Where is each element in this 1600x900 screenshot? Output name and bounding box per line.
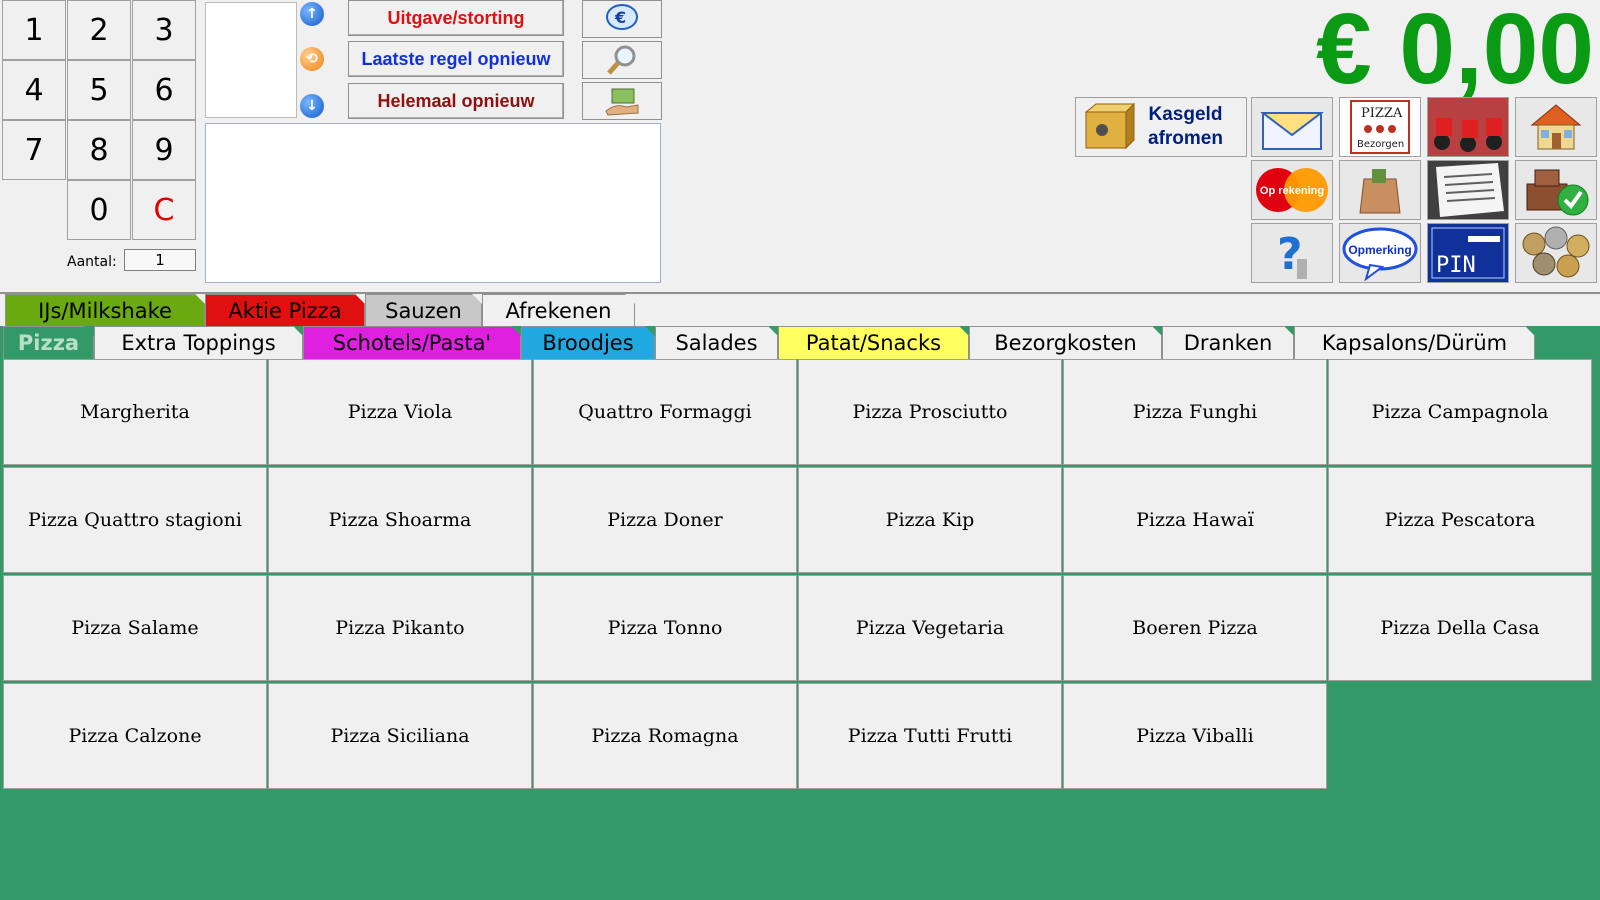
key-4[interactable]: 4 — [2, 60, 66, 120]
pin-payment-button[interactable]: PIN — [1427, 223, 1509, 283]
key-1[interactable]: 1 — [2, 0, 66, 60]
quantity-label: Aantal: — [67, 254, 117, 270]
coins-icon — [1522, 226, 1590, 278]
product-button[interactable]: Quattro Formaggi — [533, 359, 797, 465]
product-button[interactable]: Pizza Shoarma — [268, 467, 532, 573]
envelope-icon — [1260, 112, 1324, 150]
magnifier-icon — [607, 45, 636, 75]
bezorgen-label: Bezorgen — [1357, 139, 1404, 150]
tab-broodjes[interactable]: Broodjes — [521, 326, 655, 359]
product-button[interactable]: Pizza Pescatora — [1328, 467, 1592, 573]
product-button[interactable]: Pizza Prosciutto — [798, 359, 1062, 465]
key-8[interactable]: 8 — [67, 120, 131, 180]
safe-icon — [1084, 102, 1136, 150]
key-0[interactable]: 0 — [67, 180, 131, 240]
takeaway-bag-button[interactable] — [1339, 160, 1421, 220]
product-button[interactable]: Pizza Viballi — [1063, 683, 1327, 789]
pin-card-icon: PIN — [1428, 224, 1508, 282]
product-button[interactable]: Pizza Siciliana — [268, 683, 532, 789]
order-line-list[interactable] — [205, 2, 297, 118]
receipt-button[interactable] — [1427, 160, 1509, 220]
product-button[interactable]: Pizza Funghi — [1063, 359, 1327, 465]
product-button[interactable]: Pizza Vegetaria — [798, 575, 1062, 681]
arrow-up-icon[interactable]: ↑ — [300, 2, 324, 26]
product-button[interactable]: Pizza Della Casa — [1328, 575, 1592, 681]
tab-schotels-pasta[interactable]: Schotels/Pasta' — [303, 326, 521, 359]
cash-register-check-icon — [1526, 169, 1589, 216]
house-icon — [1530, 104, 1582, 150]
arrow-down-icon[interactable]: ↓ — [300, 94, 324, 118]
tab-kapsalons-durum[interactable]: Kapsalons/Dürüm — [1294, 326, 1535, 359]
product-button[interactable]: Pizza Hawaï — [1063, 467, 1327, 573]
key-6[interactable]: 6 — [132, 60, 196, 120]
tab-dranken[interactable]: Dranken — [1162, 326, 1294, 359]
skim-cash-button[interactable]: Kasgeld afromen — [1075, 97, 1247, 157]
key-3[interactable]: 3 — [132, 0, 196, 60]
product-button[interactable]: Pizza Campagnola — [1328, 359, 1592, 465]
order-details-box[interactable] — [205, 123, 661, 283]
money-hand-icon — [605, 88, 639, 116]
reset-all-button[interactable]: Helemaal opnieuw — [348, 83, 564, 119]
paper-bag-icon — [1359, 169, 1401, 214]
tab-salades[interactable]: Salades — [655, 326, 778, 359]
coins-button[interactable] — [1515, 223, 1597, 283]
tab-pizza[interactable]: Pizza — [3, 326, 94, 359]
question-mark-icon: ? — [1277, 229, 1307, 280]
tab-sauzen[interactable]: Sauzen — [365, 294, 482, 326]
product-button[interactable]: Pizza Tonno — [533, 575, 797, 681]
tab-ijs-milkshake[interactable]: IJs/Milkshake — [5, 294, 205, 326]
search-button[interactable] — [582, 41, 662, 79]
redo-last-line-button[interactable]: Laatste regel opnieuw — [348, 41, 564, 77]
cash-payment-button[interactable] — [582, 82, 662, 120]
euro-button[interactable]: € — [582, 0, 662, 38]
key-2[interactable]: 2 — [67, 0, 131, 60]
tab-extra-toppings[interactable]: Extra Toppings — [94, 326, 303, 359]
speech-bubble-icon: Opmerking — [1342, 227, 1418, 281]
mail-button[interactable] — [1251, 97, 1333, 157]
skim-cash-label-1: Kasgeld — [1148, 104, 1223, 125]
on-account-icon: Op rekening — [1256, 168, 1328, 212]
deposit-button[interactable]: Uitgave/storting — [348, 0, 564, 36]
pizza-box-label: PIZZA — [1361, 106, 1403, 121]
pizza-delivery-button[interactable]: PIZZA Bezorgen — [1339, 97, 1421, 157]
product-button[interactable]: Pizza Viola — [268, 359, 532, 465]
product-button[interactable]: Pizza Kip — [798, 467, 1062, 573]
product-button[interactable]: Boeren Pizza — [1063, 575, 1327, 681]
home-button[interactable] — [1515, 97, 1597, 157]
pin-label: PIN — [1436, 253, 1476, 278]
tab-bezorgkosten[interactable]: Bezorgkosten — [969, 326, 1162, 359]
svg-text:€: € — [614, 8, 626, 27]
receipt-icon — [1428, 161, 1508, 219]
key-5[interactable]: 5 — [67, 60, 131, 120]
total-amount: € 0,00 — [1315, 0, 1594, 105]
note-button[interactable]: Opmerking — [1339, 223, 1421, 283]
on-account-label: Op rekening — [1260, 185, 1324, 197]
on-account-button[interactable]: Op rekening — [1251, 160, 1333, 220]
help-button[interactable]: ? — [1251, 223, 1333, 283]
header-divider — [0, 292, 1600, 294]
scooters-icon — [1428, 98, 1508, 156]
quantity-field[interactable]: 1 — [124, 249, 196, 271]
product-button[interactable]: Margherita — [3, 359, 267, 465]
product-button[interactable]: Pizza Romagna — [533, 683, 797, 789]
product-button[interactable]: Pizza Quattro stagioni — [3, 467, 267, 573]
product-button[interactable]: Pizza Pikanto — [268, 575, 532, 681]
note-label: Opmerking — [1348, 243, 1411, 257]
product-button[interactable]: Pizza Calzone — [3, 683, 267, 789]
product-button[interactable]: Pizza Doner — [533, 467, 797, 573]
euro-icon: € — [606, 4, 638, 30]
scooters-button[interactable] — [1427, 97, 1509, 157]
product-button[interactable]: Pizza Tutti Frutti — [798, 683, 1062, 789]
key-clear[interactable]: C — [132, 180, 196, 240]
key-9[interactable]: 9 — [132, 120, 196, 180]
tab-aktie-pizza[interactable]: Aktie Pizza — [205, 294, 365, 326]
tab-patat-snacks[interactable]: Patat/Snacks — [778, 326, 969, 359]
pizza-box-icon: PIZZA Bezorgen — [1350, 100, 1410, 154]
tab-afrekenen[interactable]: Afrekenen — [482, 294, 635, 326]
product-button[interactable]: Pizza Salame — [3, 575, 267, 681]
refresh-icon[interactable]: ⟲ — [300, 47, 324, 71]
key-7[interactable]: 7 — [2, 120, 66, 180]
register-confirm-button[interactable] — [1515, 160, 1597, 220]
skim-cash-label-2: afromen — [1148, 128, 1223, 149]
